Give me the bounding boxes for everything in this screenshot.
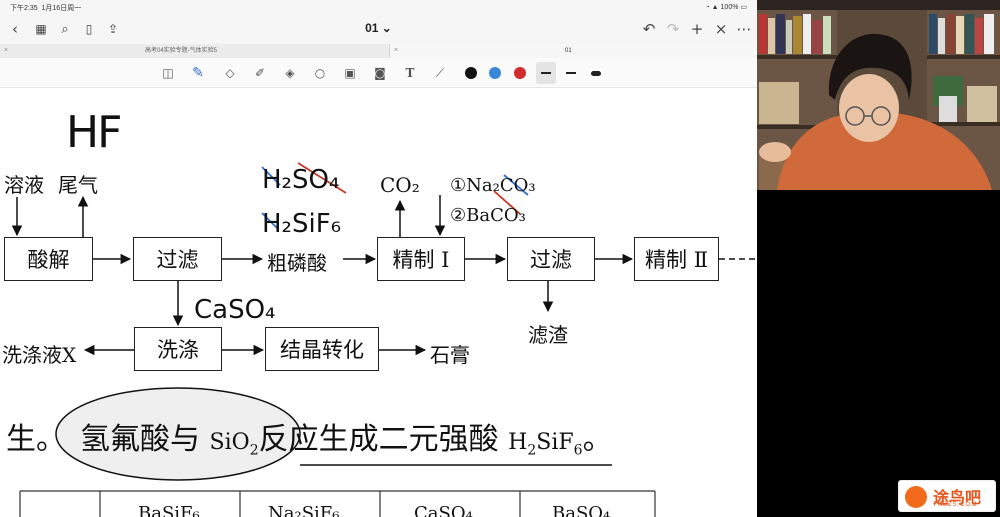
label-reagent-1: ①Na₂CO₃ — [450, 175, 536, 196]
battery-indicator: ◔ ▲ 100% ▭ — [705, 4, 747, 11]
label-reagent-2: ②BaCO₃ — [450, 205, 526, 226]
annotation-toolbar: ◫ ✎ ◇ ✐ ◈ ○ ▣ ◙ T ⟋ — [0, 58, 757, 88]
text-tool-icon[interactable]: T — [400, 63, 420, 83]
redo-icon[interactable]: ↷ — [662, 18, 684, 40]
status-time: 下午2:35 — [10, 5, 38, 12]
webcam-scene — [757, 0, 1000, 190]
eraser-icon[interactable]: ◇ — [220, 63, 240, 83]
status-date: 1月16日周一 — [41, 5, 82, 12]
box-filter-1: 过滤 — [133, 237, 222, 281]
color-black[interactable] — [465, 67, 477, 79]
formula-h2sif6: H2SiF6 — [508, 430, 583, 459]
box-crystal-transform: 结晶转化 — [265, 327, 379, 371]
lasso-icon[interactable]: ○ — [310, 63, 330, 83]
table-head-caso4: CaSO₄ — [414, 503, 473, 517]
site-watermark: 途鸟吧 TNBZS.COM — [898, 480, 996, 512]
tab-lesson[interactable]: × 高考04实验专题-气体实验5 — [0, 44, 390, 58]
handwriting-h2so4: H₂SO₄ — [262, 165, 340, 195]
box-refine-2: 精制 Ⅱ — [634, 237, 719, 281]
formula-sio2-sub: 2 — [249, 442, 259, 459]
stroke-thin — [541, 72, 551, 74]
color-red[interactable] — [514, 67, 526, 79]
handwriting-h2sif6: H₂SiF₆ — [262, 209, 342, 239]
tab-current[interactable]: × 01 — [390, 44, 757, 58]
watermark-url: TNBZS.COM — [933, 502, 978, 508]
document-page: 溶液 尾气 CO₂ ①Na₂CO₃ ②BaCO₃ 酸解 过滤 粗磷酸 精制 I … — [0, 89, 757, 517]
tab-close-icon[interactable]: × — [4, 44, 8, 58]
shapes-icon[interactable]: ◈ — [280, 63, 300, 83]
ipad-screen: 下午2:35 1月16日周一 ◔ ▲ 100% ▭ ‹ ▦ ⌕ ▯ ⇪ 01 ⌄… — [0, 0, 757, 517]
table-head-na2sif6: Na₂SiF₆ — [268, 503, 340, 517]
label-gypsum: 石膏 — [430, 343, 470, 367]
handwriting-caso4: CaSO₄ — [194, 295, 276, 325]
formula-sio2-base: SiO — [209, 430, 250, 455]
webcam-feed — [757, 0, 1000, 190]
color-blue[interactable] — [489, 67, 501, 79]
image-icon[interactable]: ▣ — [340, 63, 360, 83]
watermark-logo-icon — [905, 486, 927, 508]
battery-text: 100% — [720, 4, 739, 11]
status-bar: 下午2:35 1月16日周一 ◔ ▲ 100% ▭ — [0, 0, 757, 14]
label-tail-gas: 尾气 — [58, 173, 98, 197]
sentence-prefix: 生。 — [6, 422, 66, 457]
add-icon[interactable]: + — [686, 18, 708, 40]
sentence-part3: 反应生成二元强酸 — [258, 422, 509, 457]
box-refine-1: 精制 I — [377, 237, 465, 281]
pen-icon[interactable]: ✎ — [188, 63, 208, 83]
handwriting-hf: HF — [66, 107, 122, 158]
formula-sif: SiF — [536, 430, 574, 455]
label-crude-acid: 粗磷酸 — [267, 251, 327, 275]
camera-background — [757, 190, 1000, 517]
box-filter-2: 过滤 — [507, 237, 595, 281]
sentence-part1: 氢氟酸与 — [80, 422, 210, 457]
table-head-baso4: BaSO₄ — [552, 503, 611, 517]
box-acid-hydrolysis: 酸解 — [4, 237, 93, 281]
tab-label: 高考04实验专题-气体实验5 — [145, 48, 218, 54]
table-head-basif6: BaSiF₆ — [138, 503, 200, 517]
stroke-thick[interactable] — [591, 71, 601, 76]
sentence-suffix: 。 — [582, 422, 613, 457]
box-washing: 洗涤 — [134, 327, 222, 371]
more-icon[interactable]: ⋯ — [733, 18, 755, 40]
tab-close-icon[interactable]: × — [394, 44, 398, 58]
label-wash-liquid: 洗涤液X — [2, 343, 77, 367]
tab-bar: × 高考04实验专题-气体实验5 × 01 — [0, 44, 757, 58]
undo-icon[interactable]: ↶ — [638, 18, 660, 40]
tab-label: 01 — [565, 48, 572, 54]
label-residue: 滤渣 — [528, 323, 568, 347]
navigation-bar: ‹ ▦ ⌕ ▯ ⇪ 01 ⌄ ↶ ↷ + × ⋯ — [0, 14, 757, 44]
body-sentence: 生。 氢氟酸与 SiO2反应生成二元强酸 H2SiF6。 — [6, 414, 613, 458]
sidebar-toggle-icon[interactable]: ◫ — [158, 63, 178, 83]
brush-icon[interactable]: ⟋ — [430, 63, 450, 83]
camera-icon[interactable]: ◙ — [370, 63, 390, 83]
stroke-medium[interactable] — [566, 72, 576, 74]
formula-h-sub: 2 — [527, 442, 537, 459]
formula-h: H — [508, 430, 528, 455]
label-solution: 溶液 — [4, 173, 44, 197]
formula-sif-sub: 6 — [573, 442, 583, 459]
close-icon[interactable]: × — [710, 18, 732, 40]
label-co2: CO₂ — [380, 173, 420, 197]
highlighter-icon[interactable]: ✐ — [250, 63, 270, 83]
formula-sio2: SiO2 — [209, 430, 259, 459]
